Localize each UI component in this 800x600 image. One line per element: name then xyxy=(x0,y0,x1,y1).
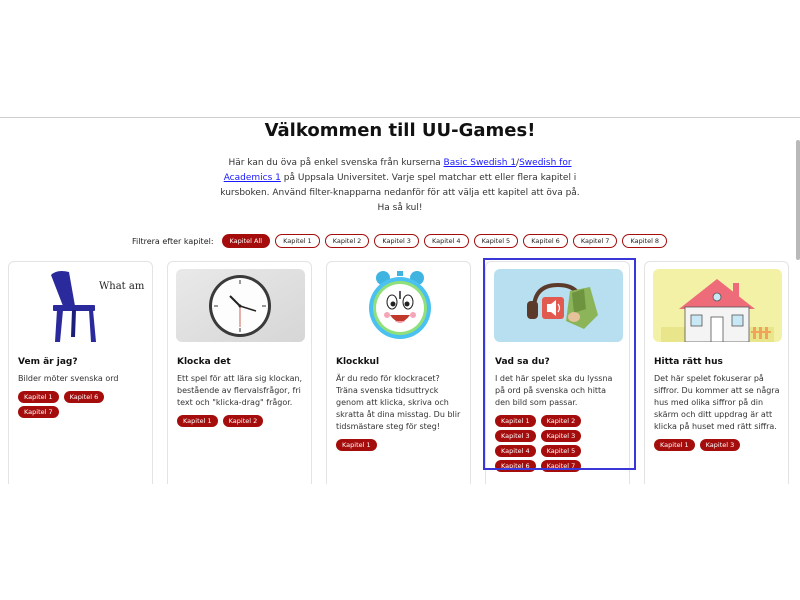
intro-text-start: Här kan du öva på enkel svenska från kur… xyxy=(228,158,444,168)
chapter-tag: Kapitel 6 xyxy=(495,460,536,472)
chapter-tag: Kapitel 5 xyxy=(540,445,582,457)
card-description: Är du redo för klockracet? Träna svenska… xyxy=(336,374,461,431)
chapter-tags: Kapitel 1 Kapitel 2 xyxy=(177,415,307,427)
chapter-tag: Kapitel 1 xyxy=(177,415,218,427)
card-image-listening xyxy=(494,269,623,342)
card-title: Klockkul xyxy=(336,357,380,367)
filter-chip-3[interactable]: Kapitel 3 xyxy=(374,234,419,248)
page-viewport: Välkommen till UU-Games! Här kan du öva … xyxy=(0,118,800,484)
card-image-house xyxy=(653,269,782,342)
filter-chip-4[interactable]: Kapitel 4 xyxy=(423,234,469,248)
intro-closing: Ha så kul! xyxy=(377,203,423,213)
page-title: Välkommen till UU-Games! xyxy=(0,118,800,142)
chapter-tag: Kapitel 1 xyxy=(18,391,59,403)
what-am-i-text: What am I? xyxy=(99,281,146,292)
chapter-tags: Kapitel 1 Kapitel 2 Kapitel 3 Kapitel 3 … xyxy=(495,415,625,472)
game-card-hitta-ratt-hus[interactable]: Hitta rätt hus Det här spelet fokuserar … xyxy=(644,261,789,484)
card-image-wall-clock xyxy=(176,269,305,342)
listening-illustration xyxy=(494,269,623,342)
chapter-tag: Kapitel 4 xyxy=(495,445,536,457)
chapter-tags: Kapitel 1 Kapitel 3 xyxy=(654,439,784,451)
chapter-filter: Filtrera efter kapitel: Kapitel All Kapi… xyxy=(132,233,692,249)
card-description: Det här spelet fokuserar på siffror. Du … xyxy=(654,374,780,431)
filter-chip-6[interactable]: Kapitel 6 xyxy=(523,234,568,248)
card-image-alarm-clock xyxy=(335,269,464,342)
card-title: Klocka det xyxy=(177,357,231,367)
chapter-tags: Kapitel 1 xyxy=(336,439,466,451)
chapter-tag: Kapitel 6 xyxy=(63,391,105,403)
card-title: Vad sa du? xyxy=(495,357,550,367)
game-card-vem-ar-jag[interactable]: What am I? Vem är jag? Bilder möter sven… xyxy=(8,261,153,484)
alarm-clock-illustration xyxy=(335,269,464,342)
basic-swedish-link[interactable]: Basic Swedish 1 xyxy=(444,158,517,168)
card-description: Ett spel för att lära sig klockan, bestå… xyxy=(177,374,303,407)
card-title: Vem är jag? xyxy=(18,357,78,367)
card-image-chair: What am I? xyxy=(17,269,146,342)
filter-chip-7[interactable]: Kapitel 7 xyxy=(572,234,618,248)
filter-chip-1[interactable]: Kapitel 1 xyxy=(275,234,320,248)
chapter-tag: Kapitel 1 xyxy=(654,439,695,451)
card-description: Bilder möter svenska ord xyxy=(18,374,119,383)
chapter-tag: Kapitel 7 xyxy=(18,406,59,418)
chapter-tag: Kapitel 7 xyxy=(540,460,582,472)
chapter-tag: Kapitel 3 xyxy=(495,430,536,442)
title-prefix: Välkommen till xyxy=(264,120,422,141)
wall-clock-illustration xyxy=(176,269,305,342)
chair-illustration: What am I? xyxy=(17,269,146,342)
chapter-tags: Kapitel 1 Kapitel 6 Kapitel 7 xyxy=(18,391,148,418)
filter-chip-all[interactable]: Kapitel All xyxy=(221,234,271,248)
chapter-tag: Kapitel 3 xyxy=(540,430,582,442)
filter-chip-5[interactable]: Kapitel 5 xyxy=(473,234,519,248)
game-card-klocka-det[interactable]: Klocka det Ett spel för att lära sig klo… xyxy=(167,261,312,484)
title-brand: UU-Games! xyxy=(421,120,536,141)
filter-chip-8[interactable]: Kapitel 8 xyxy=(622,234,668,248)
card-title: Hitta rätt hus xyxy=(654,357,723,367)
filter-label: Filtrera efter kapitel: xyxy=(132,236,214,246)
game-card-vad-sa-du[interactable]: Vad sa du? I det här spelet ska du lyssn… xyxy=(485,261,630,484)
chapter-tag: Kapitel 1 xyxy=(495,415,536,427)
card-description: I det här spelet ska du lyssna på ord på… xyxy=(495,374,613,407)
chapter-tag: Kapitel 1 xyxy=(336,439,377,451)
chapter-tag: Kapitel 2 xyxy=(222,415,264,427)
chapter-tag: Kapitel 2 xyxy=(540,415,582,427)
game-card-klockkul[interactable]: Klockkul Är du redo för klockracet? Trän… xyxy=(326,261,471,484)
intro-text: Här kan du öva på enkel svenska från kur… xyxy=(215,156,585,216)
chapter-tag: Kapitel 3 xyxy=(699,439,741,451)
house-illustration xyxy=(653,269,782,342)
filter-chip-2[interactable]: Kapitel 2 xyxy=(324,234,370,248)
